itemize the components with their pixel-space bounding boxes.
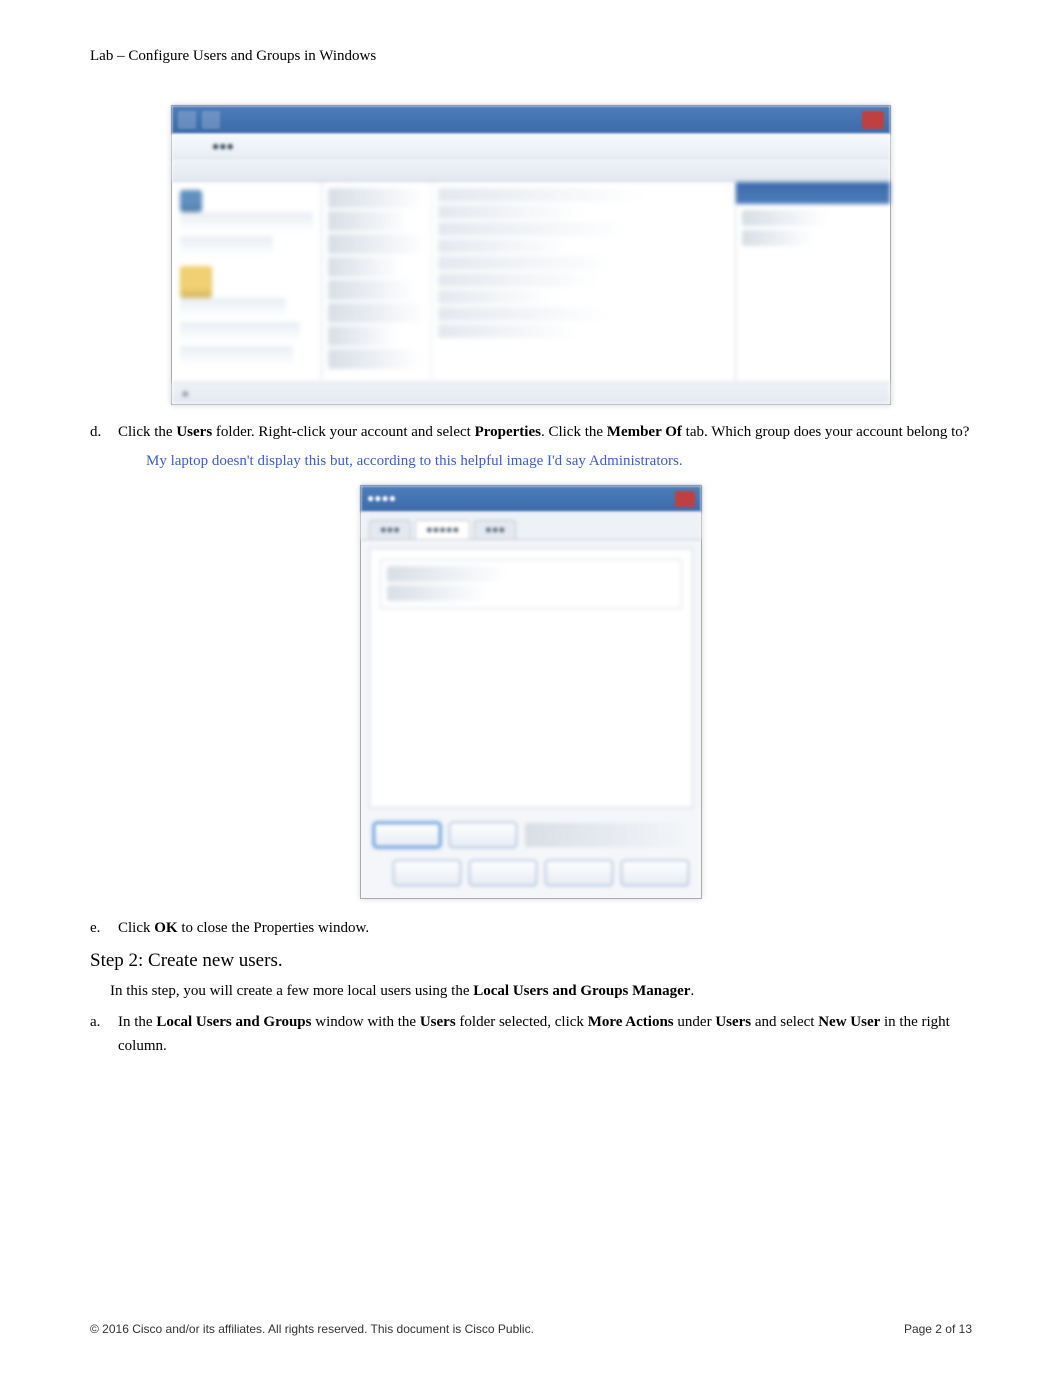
apply-button	[545, 860, 613, 886]
tab-general: ●●●	[369, 520, 411, 539]
instruction-e: e. Click OK to close the Properties wind…	[90, 917, 972, 940]
list-letter: a.	[90, 1011, 118, 1058]
tree-pane	[172, 182, 322, 382]
student-answer: My laptop doesn't display this but, acco…	[146, 450, 972, 473]
window-title-bar	[172, 106, 890, 134]
list-pane	[322, 182, 735, 382]
cancel-button	[469, 860, 537, 886]
screenshot-properties-dialog: ●●●● ●●● ●●●●● ●●●	[360, 485, 702, 899]
close-icon	[675, 491, 695, 507]
instruction-text: Click OK to close the Properties window.	[118, 917, 972, 940]
tab-profile: ●●●	[474, 520, 516, 539]
dialog-title-bar: ●●●●	[361, 486, 701, 512]
remove-button	[449, 822, 517, 848]
instruction-text: In the Local Users and Groups window wit…	[118, 1011, 972, 1058]
dialog-body	[369, 548, 693, 808]
copyright: © 2016 Cisco and/or its affiliates. All …	[90, 1322, 534, 1336]
instruction-a: a. In the Local Users and Groups window …	[90, 1011, 972, 1058]
instruction-text: Click the Users folder. Right-click your…	[118, 421, 972, 444]
member-list	[380, 559, 682, 609]
add-button	[373, 822, 441, 848]
close-icon	[862, 111, 884, 129]
step-intro: In this step, you will create a few more…	[110, 980, 972, 1003]
page-footer: © 2016 Cisco and/or its affiliates. All …	[90, 1322, 972, 1336]
list-letter: d.	[90, 421, 118, 444]
instruction-d: d. Click the Users folder. Right-click y…	[90, 421, 972, 444]
dialog-footer-buttons	[361, 854, 701, 898]
actions-pane	[735, 182, 890, 382]
step-heading: Step 2: Create new users.	[90, 950, 972, 972]
dialog-buttons-add-remove	[361, 816, 701, 854]
tab-member-of: ●●●●●	[415, 520, 470, 539]
menu-bar: ●●●	[172, 134, 890, 160]
status-bar: ●	[172, 382, 890, 404]
page-header: Lab – Configure Users and Groups in Wind…	[90, 48, 972, 65]
help-button	[621, 860, 689, 886]
page-number: Page 2 of 13	[904, 1322, 972, 1336]
toolbar	[172, 160, 890, 182]
list-letter: e.	[90, 917, 118, 940]
ok-button	[393, 860, 461, 886]
dialog-tabs: ●●● ●●●●● ●●●	[361, 512, 701, 540]
screenshot-lusrmgr: ●●●	[171, 105, 891, 405]
